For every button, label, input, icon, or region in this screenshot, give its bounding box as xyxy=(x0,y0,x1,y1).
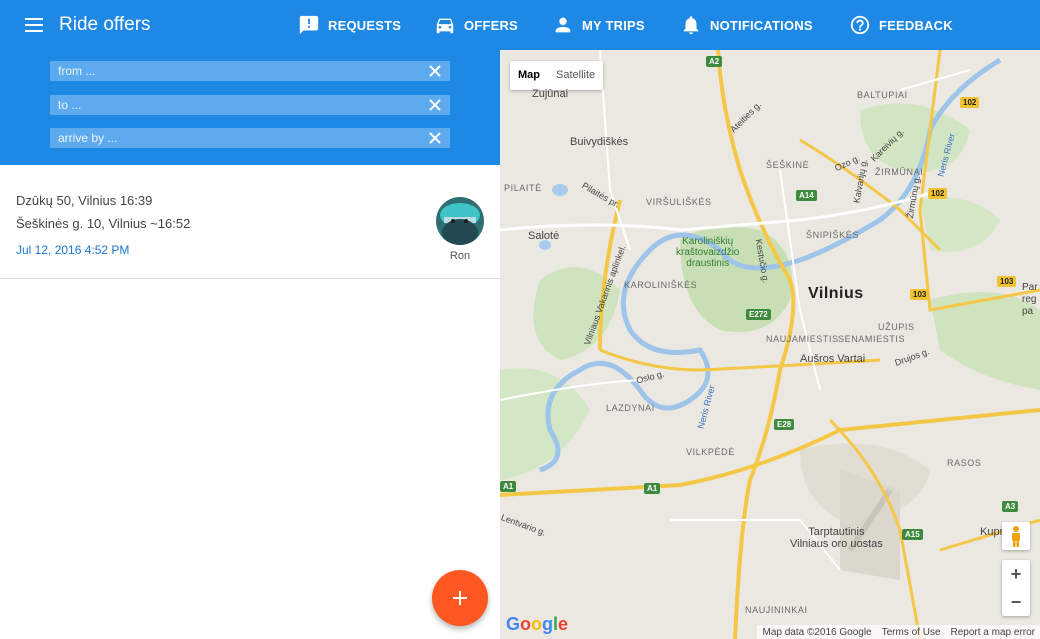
map-label: RASOS xyxy=(947,458,982,468)
help-circle-icon xyxy=(850,15,870,35)
zoom-out-button[interactable]: − xyxy=(1002,588,1030,616)
app-title: Ride offers xyxy=(59,14,151,35)
map-type-satellite[interactable]: Satellite xyxy=(548,61,603,90)
map-label: Aušros Vartai xyxy=(800,353,866,365)
offer-from: Dzūkų 50, Vilnius 16:39 xyxy=(16,193,153,208)
map-type-control: Map Satellite xyxy=(510,61,604,90)
google-logo: Google xyxy=(506,614,569,634)
offer-to: Šeškinės g. 10, Vilnius ~16:52 xyxy=(16,216,191,231)
road-shield: 103 xyxy=(997,276,1017,287)
bell-icon xyxy=(683,16,699,35)
map-label: LAZDYNAI xyxy=(606,403,655,413)
offer-list-item[interactable]: Dzūkų 50, Vilnius 16:39 Šeškinės g. 10, … xyxy=(0,165,500,279)
road-shield: 103 xyxy=(910,289,930,300)
nav-offers-label: OFFERS xyxy=(464,17,518,33)
road-shield: 102 xyxy=(960,97,980,108)
clear-from-button[interactable] xyxy=(428,64,442,78)
road-shield: A1 xyxy=(644,483,661,494)
map-label: Zujūnai xyxy=(532,88,569,100)
zoom-in-button[interactable]: + xyxy=(1002,560,1030,588)
nav-offers[interactable]: OFFERS xyxy=(434,0,518,50)
nav-requests[interactable]: REQUESTS xyxy=(298,0,401,50)
map-label: Buivydiškės xyxy=(570,136,629,148)
road-shield: E272 xyxy=(746,309,771,320)
nav-feedback[interactable]: FEEDBACK xyxy=(849,0,953,50)
to-input[interactable] xyxy=(50,95,420,115)
map-label: SENAMIESTIS xyxy=(838,334,906,344)
road-shield: A2 xyxy=(706,56,723,67)
nav-notifications-label: NOTIFICATIONS xyxy=(710,17,813,33)
clear-arrive-by-button[interactable] xyxy=(428,131,442,145)
nav-notifications[interactable]: NOTIFICATIONS xyxy=(680,0,813,50)
map-label: NAUJININKAI xyxy=(745,605,808,615)
nav-my-trips[interactable]: MY TRIPS xyxy=(552,0,645,50)
avatar xyxy=(436,197,484,245)
map-attribution: Map data ©2016 Google Terms of Use Repor… xyxy=(757,625,1040,639)
from-input[interactable] xyxy=(50,61,420,81)
map-label: ŠNIPIŠKĖS xyxy=(806,230,859,240)
plus-icon xyxy=(453,591,467,605)
add-offer-button[interactable] xyxy=(432,570,488,626)
map-label: BALTUPIAI xyxy=(857,90,908,100)
close-icon xyxy=(429,132,441,144)
to-field xyxy=(50,95,450,115)
person-icon xyxy=(555,17,571,33)
road-shield: A15 xyxy=(902,529,923,540)
driver-name: Ron xyxy=(449,250,471,262)
nav-my-trips-label: MY TRIPS xyxy=(582,17,645,33)
arrive-by-input[interactable] xyxy=(50,128,420,148)
pegman-icon xyxy=(1012,526,1020,547)
map-label: VIRŠULIŠKĖS xyxy=(646,197,712,207)
map-label: ŠEŠKINĖ xyxy=(766,160,810,170)
clear-to-button[interactable] xyxy=(428,98,442,112)
street-view-control[interactable] xyxy=(1002,522,1030,550)
terms-of-use-link[interactable]: Terms of Use xyxy=(877,627,946,638)
map-label: KAROLINIŠKĖS xyxy=(624,280,698,290)
road-shield: A14 xyxy=(796,190,817,201)
nav-feedback-label: FEEDBACK xyxy=(879,17,953,33)
arrive-by-field xyxy=(50,128,450,148)
close-icon xyxy=(429,99,441,111)
road-shield: A1 xyxy=(500,481,517,492)
map-data-attribution: Map data ©2016 Google xyxy=(762,626,872,638)
map-label: Par reg pa xyxy=(1022,282,1038,317)
app-bar: Ride offers REQUESTS OFFERS MY TRIPS NOT… xyxy=(0,0,1040,50)
search-panel xyxy=(0,50,500,165)
map-label: Karoliniškių kraštovaizdžio draustinis xyxy=(676,236,740,269)
map[interactable]: Map Satellite Zujūnai Buivydiškės PILAIT… xyxy=(500,50,1040,639)
car-icon xyxy=(436,18,454,34)
feedback-alert-icon xyxy=(299,15,319,35)
map-type-map[interactable]: Map xyxy=(510,61,548,90)
from-field xyxy=(50,61,450,81)
road-shield: E28 xyxy=(774,419,795,430)
map-city-label: Vilnius xyxy=(808,285,864,302)
menu-icon[interactable] xyxy=(22,15,46,35)
map-label: Salotė xyxy=(528,230,560,242)
zoom-control: + − xyxy=(1002,560,1030,616)
map-label: VILKPĖDĖ xyxy=(686,447,735,457)
road-shield: A3 xyxy=(1002,501,1019,512)
map-label: UŽUPIS xyxy=(878,322,915,332)
map-label: PILAITĖ xyxy=(504,183,542,193)
road-shield: 102 xyxy=(928,188,948,199)
close-icon xyxy=(429,65,441,77)
map-label: NAUJAMIESTIS xyxy=(766,334,839,344)
report-map-error-link[interactable]: Report a map error xyxy=(946,627,1040,638)
offer-posted-date: Jul 12, 2016 4:52 PM xyxy=(16,243,130,257)
nav-requests-label: REQUESTS xyxy=(328,17,402,33)
map-label: Tarptautinis Vilniaus oro uostas xyxy=(790,526,883,550)
